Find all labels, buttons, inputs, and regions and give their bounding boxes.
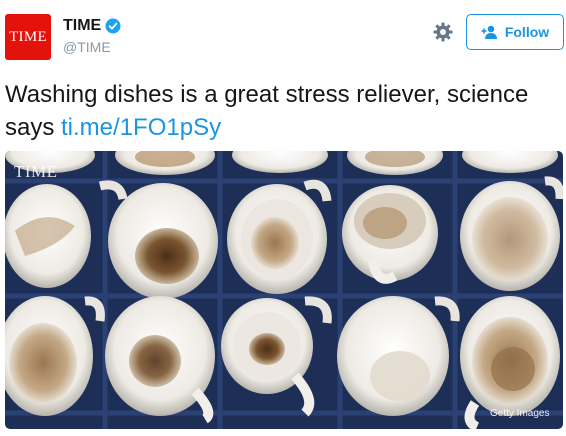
cups-in-rack-photo xyxy=(5,151,563,429)
avatar-text: TIME xyxy=(9,28,47,45)
photo-credit: Getty Images xyxy=(490,408,550,419)
verified-badge-icon xyxy=(105,18,121,34)
add-user-icon xyxy=(481,25,497,39)
handle[interactable]: @TIME xyxy=(63,39,121,55)
display-name[interactable]: TIME xyxy=(63,17,121,35)
follow-button[interactable]: Follow xyxy=(466,14,564,50)
settings-button[interactable] xyxy=(432,21,454,43)
avatar[interactable]: TIME xyxy=(5,14,51,60)
account-names[interactable]: TIME @TIME xyxy=(63,17,121,55)
tweet-text: Washing dishes is a great stress relieve… xyxy=(5,78,561,144)
tweet-header: TIME TIME @TIME Follow xyxy=(0,0,566,64)
tweet-media-photo[interactable] xyxy=(5,151,563,429)
gear-icon xyxy=(433,22,453,42)
display-name-text: TIME xyxy=(63,17,102,34)
media-watermark: TIME xyxy=(14,162,58,181)
tweet-link[interactable]: ti.me/1FO1pSy xyxy=(61,114,221,141)
follow-label: Follow xyxy=(504,24,550,40)
